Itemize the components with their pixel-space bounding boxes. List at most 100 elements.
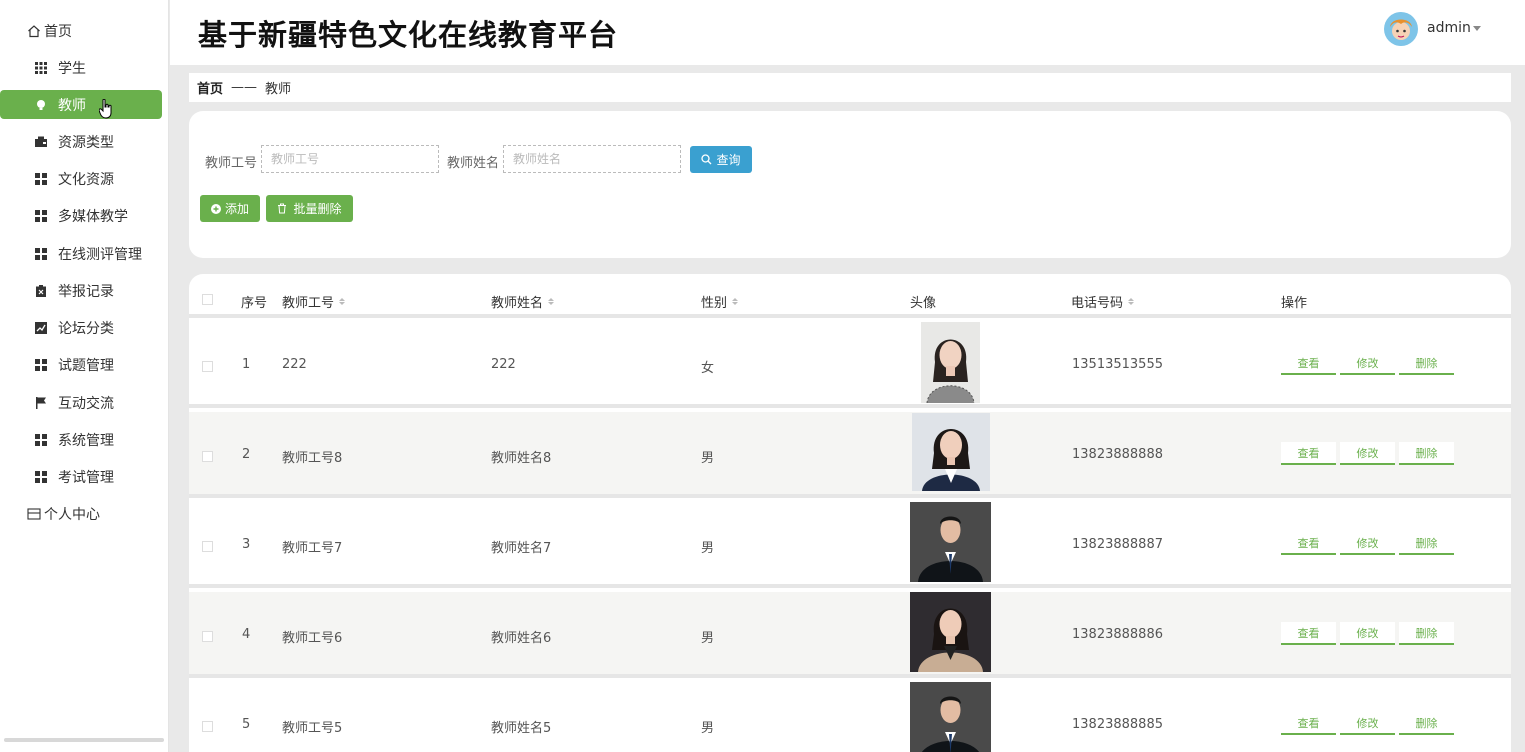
sidebar-item-forum-categories[interactable]: 论坛分类 <box>0 313 162 342</box>
cell-teacher-name: 教师姓名6 <box>491 631 552 646</box>
sidebar-item-home[interactable]: 首页 <box>0 16 162 45</box>
edit-button[interactable]: 修改 <box>1340 532 1395 555</box>
hand-cursor-icon <box>99 99 112 119</box>
row-checkbox[interactable] <box>202 541 213 552</box>
header-teacher-name[interactable]: 教师姓名 <box>491 292 555 311</box>
teacher-name-label: 教师姓名 <box>447 156 500 171</box>
top-header: 基于新疆特色文化在线教育平台 admin <box>170 0 1525 65</box>
teacher-photo <box>910 682 991 752</box>
sort-icon[interactable] <box>548 298 555 305</box>
delete-button[interactable]: 删除 <box>1399 622 1454 645</box>
teacher-name-input[interactable] <box>503 145 681 173</box>
row-checkbox[interactable] <box>202 361 213 372</box>
sort-icon[interactable] <box>339 298 346 305</box>
view-button[interactable]: 查看 <box>1281 712 1336 735</box>
sidebar-item-multimedia[interactable]: 多媒体教学 <box>0 201 162 230</box>
header-phone[interactable]: 电话号码 <box>1071 292 1135 311</box>
delete-button[interactable]: 删除 <box>1399 532 1454 555</box>
username[interactable]: admin <box>1427 20 1471 36</box>
teacher-photo <box>910 592 991 672</box>
sidebar-scrollbar[interactable] <box>4 738 164 742</box>
view-button[interactable]: 查看 <box>1281 352 1336 375</box>
cell-teacher-id: 教师工号5 <box>282 721 343 736</box>
sort-icon[interactable] <box>732 298 739 305</box>
query-button[interactable]: 查询 <box>690 146 752 173</box>
table-row: 1 222 222 女 13513513555 查看 修改 删除 <box>189 322 1511 408</box>
header-gender[interactable]: 性别 <box>701 292 739 311</box>
cell-index: 2 <box>242 447 251 462</box>
cell-index: 5 <box>242 717 251 732</box>
row-checkbox[interactable] <box>202 631 213 642</box>
cell-teacher-name: 教师姓名7 <box>491 541 552 556</box>
cell-index: 1 <box>242 357 251 372</box>
cell-gender: 女 <box>701 361 715 376</box>
batch-delete-button[interactable]: 批量删除 <box>266 195 353 222</box>
sidebar-item-system[interactable]: 系统管理 <box>0 425 162 454</box>
cell-phone: 13823888887 <box>1072 537 1163 552</box>
search-icon <box>701 154 712 165</box>
chart-icon <box>34 321 48 335</box>
clipboard-icon <box>34 284 48 298</box>
delete-button[interactable]: 删除 <box>1399 442 1454 465</box>
edit-button[interactable]: 修改 <box>1340 712 1395 735</box>
cell-teacher-id: 教师工号7 <box>282 541 343 556</box>
sidebar-item-culture-resources[interactable]: 文化资源 <box>0 164 162 193</box>
row-checkbox[interactable] <box>202 451 213 462</box>
sidebar-item-questions[interactable]: 试题管理 <box>0 350 162 379</box>
apps-icon <box>34 433 48 447</box>
delete-button[interactable]: 删除 <box>1399 712 1454 735</box>
cell-phone: 13823888885 <box>1072 717 1163 732</box>
table-header: 序号 教师工号 教师姓名 性别 头像 电话号码 操作 <box>189 274 1511 318</box>
grid-icon <box>34 61 48 75</box>
sidebar-item-label: 在线测评管理 <box>58 246 142 263</box>
apps-icon <box>34 358 48 372</box>
batch-delete-button-label: 批量删除 <box>293 202 342 216</box>
apps-icon <box>34 470 48 484</box>
add-button-label: 添加 <box>224 202 249 216</box>
delete-button[interactable]: 删除 <box>1399 352 1454 375</box>
cell-index: 3 <box>242 537 251 552</box>
edit-button[interactable]: 修改 <box>1340 622 1395 645</box>
cell-index: 4 <box>242 627 251 642</box>
view-button[interactable]: 查看 <box>1281 622 1336 645</box>
teacher-photo <box>910 502 991 582</box>
sidebar-item-label: 学生 <box>58 60 86 77</box>
cell-gender: 男 <box>701 451 715 466</box>
sidebar-item-label: 个人中心 <box>44 506 100 523</box>
sidebar-item-online-assessment[interactable]: 在线测评管理 <box>0 239 162 268</box>
view-button[interactable]: 查看 <box>1281 532 1336 555</box>
sort-icon[interactable] <box>1128 298 1135 305</box>
sidebar-item-exams[interactable]: 考试管理 <box>0 462 162 491</box>
plus-circle-icon <box>210 203 221 214</box>
sidebar-item-students[interactable]: 学生 <box>0 53 162 82</box>
chevron-down-icon[interactable] <box>1473 26 1481 31</box>
bulb-icon <box>34 98 48 112</box>
select-all-checkbox[interactable] <box>202 294 213 305</box>
view-button[interactable]: 查看 <box>1281 442 1336 465</box>
cell-teacher-id: 222 <box>282 357 307 372</box>
edit-button[interactable]: 修改 <box>1340 442 1395 465</box>
header-index: 序号 <box>241 296 268 311</box>
sidebar-item-interaction[interactable]: 互动交流 <box>0 388 162 417</box>
breadcrumb-home[interactable]: 首页 <box>197 78 223 97</box>
teacher-id-input[interactable] <box>261 145 439 173</box>
cell-gender: 男 <box>701 631 715 646</box>
row-checkbox[interactable] <box>202 721 213 732</box>
sidebar-item-label: 系统管理 <box>58 432 114 449</box>
user-avatar[interactable] <box>1384 12 1418 46</box>
sidebar-item-profile[interactable]: 个人中心 <box>0 499 162 528</box>
sidebar-item-reports[interactable]: 举报记录 <box>0 276 162 305</box>
cell-phone: 13823888888 <box>1072 447 1163 462</box>
apps-icon <box>34 247 48 261</box>
sidebar-item-resource-types[interactable]: 资源类型 <box>0 127 162 156</box>
teacher-photo <box>912 413 990 491</box>
add-button[interactable]: 添加 <box>200 195 260 222</box>
sidebar-item-teachers[interactable]: 教师 <box>0 90 162 119</box>
header-teacher-id[interactable]: 教师工号 <box>282 292 346 311</box>
cell-gender: 男 <box>701 541 715 556</box>
cell-teacher-id: 教师工号8 <box>282 451 343 466</box>
table-row: 4 教师工号6 教师姓名6 男 13823888886 查看 修改 删除 <box>189 592 1511 678</box>
sidebar-item-label: 文化资源 <box>58 171 114 188</box>
edit-button[interactable]: 修改 <box>1340 352 1395 375</box>
breadcrumb-current: 教师 <box>265 82 292 97</box>
